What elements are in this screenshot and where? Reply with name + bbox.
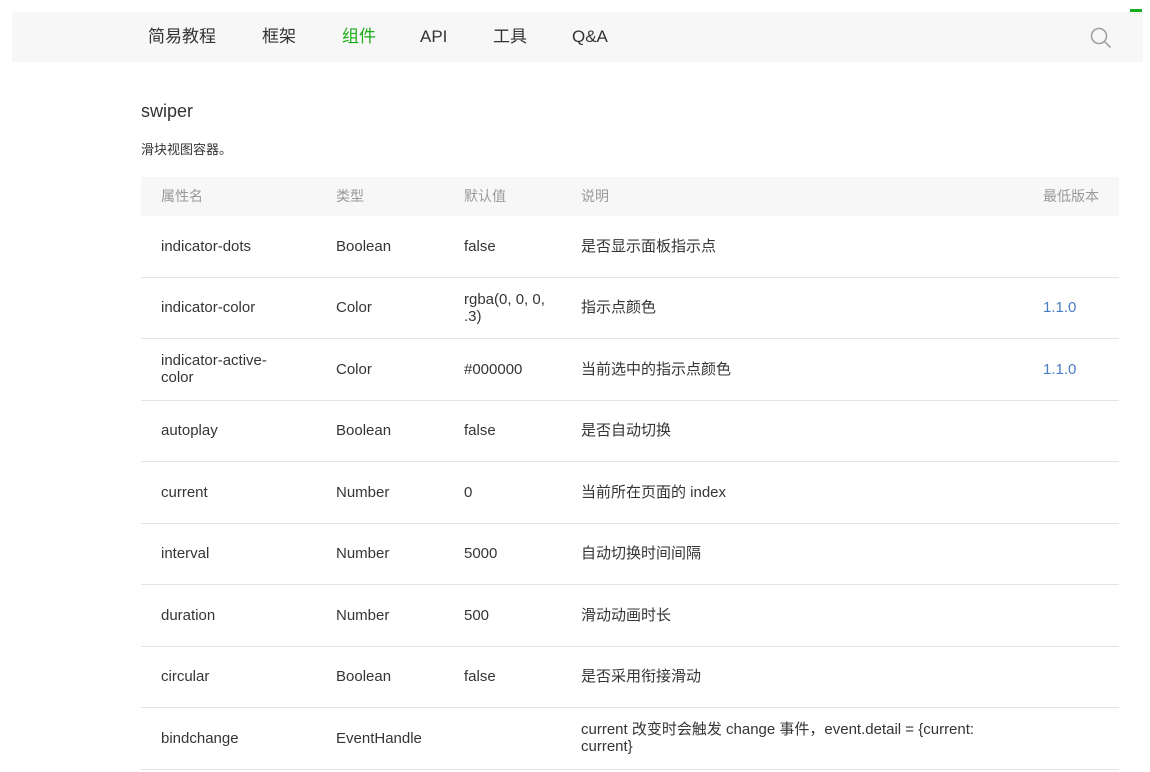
page-title: swiper (141, 101, 194, 121)
cell-type: Boolean (336, 668, 392, 686)
cell-description: 当前选中的指示点颜色 (581, 360, 732, 378)
column-header-description: 说明 (581, 188, 609, 204)
cell-type: Color (336, 299, 372, 317)
table-header-row: 属性名 类型 默认值 说明 最低版本 (141, 177, 1119, 216)
column-header-type: 类型 (336, 188, 364, 204)
nav-item-api[interactable]: API (420, 12, 447, 62)
table-row: bindchange EventHandle current 改变时会触发 ch… (141, 708, 1119, 770)
cell-default: false (464, 237, 496, 255)
cell-type: Color (336, 360, 372, 378)
cell-attribute-name: circular (161, 668, 210, 686)
cell-description: 是否显示面板指示点 (581, 237, 717, 255)
cell-default: false (464, 668, 496, 686)
nav-item-tools[interactable]: 工具 (493, 12, 527, 62)
cell-type: Number (336, 606, 390, 624)
cell-min-version (1023, 462, 1119, 523)
cell-default: rgba(0, 0, 0, .3) (464, 290, 545, 325)
cell-attribute-name: autoplay (161, 422, 218, 440)
cell-description: 是否采用衔接滑动 (581, 668, 702, 686)
cell-attribute-name: duration (161, 606, 216, 624)
cell-min-version (1023, 216, 1119, 277)
table-row: current Number 0 当前所在页面的 index (141, 462, 1119, 524)
cell-attribute-name: indicator-color (161, 299, 256, 317)
cell-attribute-name: indicator-active-color (161, 352, 267, 387)
table-row: autoplay Boolean false 是否自动切换 (141, 401, 1119, 462)
cell-description: 是否自动切换 (581, 422, 672, 440)
cell-type: EventHandle (336, 729, 422, 747)
cell-type: Number (336, 483, 390, 501)
column-header-name: 属性名 (161, 188, 203, 204)
nav-item-components[interactable]: 组件 (342, 12, 376, 62)
table-row: indicator-dots Boolean false 是否显示面板指示点 (141, 216, 1119, 278)
cell-min-version: 1.1.0 (1023, 339, 1119, 400)
cell-attribute-name: bindchange (161, 729, 239, 747)
table-row: duration Number 500 滑动动画时长 (141, 585, 1119, 647)
top-navigation: 简易教程 框架 组件 API 工具 Q&A (12, 12, 1143, 62)
cell-description: 当前所在页面的 index (581, 483, 727, 501)
cell-description: 指示点颜色 (581, 299, 657, 317)
search-icon[interactable] (1090, 27, 1112, 49)
nav-item-tutorial[interactable]: 简易教程 (148, 12, 216, 62)
cell-attribute-name: interval (161, 545, 210, 563)
cell-default: 500 (464, 606, 490, 624)
cell-description: current 改变时会触发 change 事件，event.detail = … (581, 721, 975, 756)
nav-item-framework[interactable]: 框架 (262, 12, 296, 62)
cell-default: 0 (464, 483, 473, 501)
table-row: indicator-active-color Color #000000 当前选… (141, 339, 1119, 401)
cell-min-version (1023, 401, 1119, 462)
cell-description: 滑动动画时长 (581, 606, 672, 624)
column-header-default: 默认值 (464, 188, 506, 204)
properties-table: 属性名 类型 默认值 说明 最低版本 indicator-dots Boolea… (141, 177, 1119, 770)
cell-type: Boolean (336, 422, 392, 440)
table-row: interval Number 5000 自动切换时间间隔 (141, 524, 1119, 585)
cell-description: 自动切换时间间隔 (581, 545, 702, 563)
cell-attribute-name: current (161, 483, 208, 501)
cell-type: Boolean (336, 237, 392, 255)
cell-default: 5000 (464, 545, 498, 563)
cell-min-version (1023, 585, 1119, 646)
cell-default: #000000 (464, 360, 523, 378)
min-version-link[interactable]: 1.1.0 (1043, 361, 1076, 378)
cell-default (444, 708, 561, 769)
table-row: indicator-color Color rgba(0, 0, 0, .3) … (141, 278, 1119, 339)
page-description: 滑块视图容器。 (141, 142, 233, 157)
cell-type: Number (336, 545, 390, 563)
cell-default: false (464, 422, 496, 440)
cell-min-version (1023, 647, 1119, 708)
min-version-link[interactable]: 1.1.0 (1043, 299, 1076, 316)
column-header-min-version: 最低版本 (1043, 188, 1099, 204)
cell-attribute-name: indicator-dots (161, 237, 252, 255)
search-icon-handle (1103, 40, 1111, 48)
cell-min-version (1023, 708, 1119, 769)
nav-item-qa[interactable]: Q&A (572, 12, 608, 62)
cell-min-version (1023, 524, 1119, 585)
table-row: circular Boolean false 是否采用衔接滑动 (141, 647, 1119, 708)
cell-min-version: 1.1.0 (1023, 278, 1119, 339)
